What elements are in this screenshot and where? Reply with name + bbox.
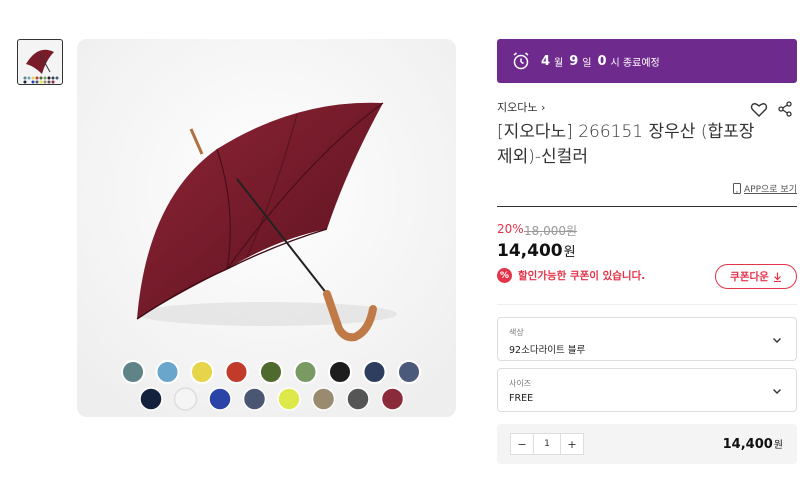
deal-countdown-bar: 4 월 9 일 0 시 종료예정 xyxy=(497,39,797,83)
quantity-minus-button[interactable]: − xyxy=(511,434,533,454)
total-price-unit: 원 xyxy=(773,440,783,451)
thumbnail-swatch xyxy=(39,76,43,80)
color-swatch xyxy=(311,387,336,411)
color-swatch xyxy=(293,360,318,384)
color-select-value: 92소다라이트 블루 xyxy=(509,345,586,356)
color-select[interactable]: 색상 92소다라이트 블루 xyxy=(497,317,797,361)
thumbnail-swatch xyxy=(31,80,35,84)
thumbnail-swatch xyxy=(35,76,39,80)
app-view-link[interactable]: APP으로 보기 xyxy=(733,182,797,195)
product-thumbnail[interactable] xyxy=(17,39,63,85)
brand-link[interactable]: 지오다노 › xyxy=(497,99,545,115)
color-swatch xyxy=(208,387,232,411)
thumbnail-swatch xyxy=(27,76,31,80)
color-swatch xyxy=(346,387,370,411)
color-swatch xyxy=(380,387,405,411)
thumbnail-swatch xyxy=(27,80,31,84)
download-icon xyxy=(773,272,781,282)
deal-suffix: 시 종료예정 xyxy=(610,57,660,69)
thumbnail-swatch xyxy=(55,76,59,80)
color-swatch xyxy=(397,360,421,384)
color-swatch xyxy=(242,387,267,411)
quantity-input[interactable]: 1 xyxy=(533,434,561,454)
size-select[interactable]: 사이즈 FREE xyxy=(497,368,797,412)
thumbnail-swatch xyxy=(31,76,35,80)
thumbnail-swatch xyxy=(51,80,55,84)
deal-day: 9 xyxy=(569,53,579,69)
mobile-phone-icon xyxy=(733,183,741,194)
thumbnail-swatch xyxy=(43,80,47,84)
total-price-value: 14,400 xyxy=(722,437,773,452)
color-swatch xyxy=(139,387,163,411)
sale-price-value: 14,400 xyxy=(497,241,563,261)
chevron-right-icon: › xyxy=(540,101,546,114)
color-swatch xyxy=(259,360,283,384)
color-swatch xyxy=(173,387,198,411)
coupon-notice: % 할인가능한 쿠폰이 있습니다. xyxy=(497,268,645,283)
percent-badge-icon: % xyxy=(497,268,512,283)
alarm-clock-icon xyxy=(513,52,529,70)
thumbnail-swatch xyxy=(47,76,51,80)
thumbnail-swatch xyxy=(47,80,51,84)
thumbnail-swatch xyxy=(23,80,27,84)
app-view-label: APP으로 보기 xyxy=(744,185,797,195)
price-divider xyxy=(497,304,797,305)
heart-icon[interactable] xyxy=(750,101,768,119)
quantity-panel: − 1 + 14,400원 xyxy=(497,424,797,464)
title-divider xyxy=(497,206,797,207)
color-swatch xyxy=(328,360,352,384)
deal-day-unit: 일 xyxy=(582,57,592,69)
color-swatch xyxy=(190,360,214,384)
thumbnail-swatch xyxy=(39,80,43,84)
chevron-down-icon xyxy=(773,338,781,343)
color-swatch xyxy=(155,360,180,384)
deal-hour: 0 xyxy=(597,53,607,69)
color-swatch xyxy=(277,387,301,411)
coupon-download-label: 쿠폰다운 xyxy=(730,271,769,283)
thumbnail-swatch xyxy=(51,76,55,80)
discount-rate: 20% xyxy=(497,222,524,236)
coupon-download-button[interactable]: 쿠폰다운 xyxy=(715,264,797,289)
thumbnail-swatch xyxy=(23,76,27,80)
thumbnail-swatch xyxy=(35,80,39,84)
deal-month-unit: 월 xyxy=(554,57,564,69)
color-swatch xyxy=(362,360,387,384)
total-price: 14,400원 xyxy=(723,436,783,452)
product-main-image xyxy=(77,39,456,417)
deal-month: 4 xyxy=(541,53,551,69)
quantity-stepper: − 1 + xyxy=(510,433,584,455)
product-title: [지오다노] 266151 장우산 (합포장제외)-신컬러 xyxy=(497,122,755,167)
original-price: 18,000원 xyxy=(524,224,578,238)
brand-name: 지오다노 xyxy=(497,101,538,114)
color-swatch xyxy=(121,360,145,384)
sale-price: 14,400원 xyxy=(497,241,576,261)
color-swatch xyxy=(224,360,249,384)
size-select-label: 사이즈 xyxy=(509,379,532,388)
thumbnail-swatch xyxy=(43,76,47,80)
sale-price-unit: 원 xyxy=(563,245,576,260)
size-select-value: FREE xyxy=(509,393,534,404)
quantity-plus-button[interactable]: + xyxy=(561,434,583,454)
color-select-label: 색상 xyxy=(509,328,524,337)
coupon-message: 할인가능한 쿠폰이 있습니다. xyxy=(518,270,646,282)
share-icon[interactable] xyxy=(777,101,793,117)
chevron-down-icon xyxy=(773,389,781,394)
